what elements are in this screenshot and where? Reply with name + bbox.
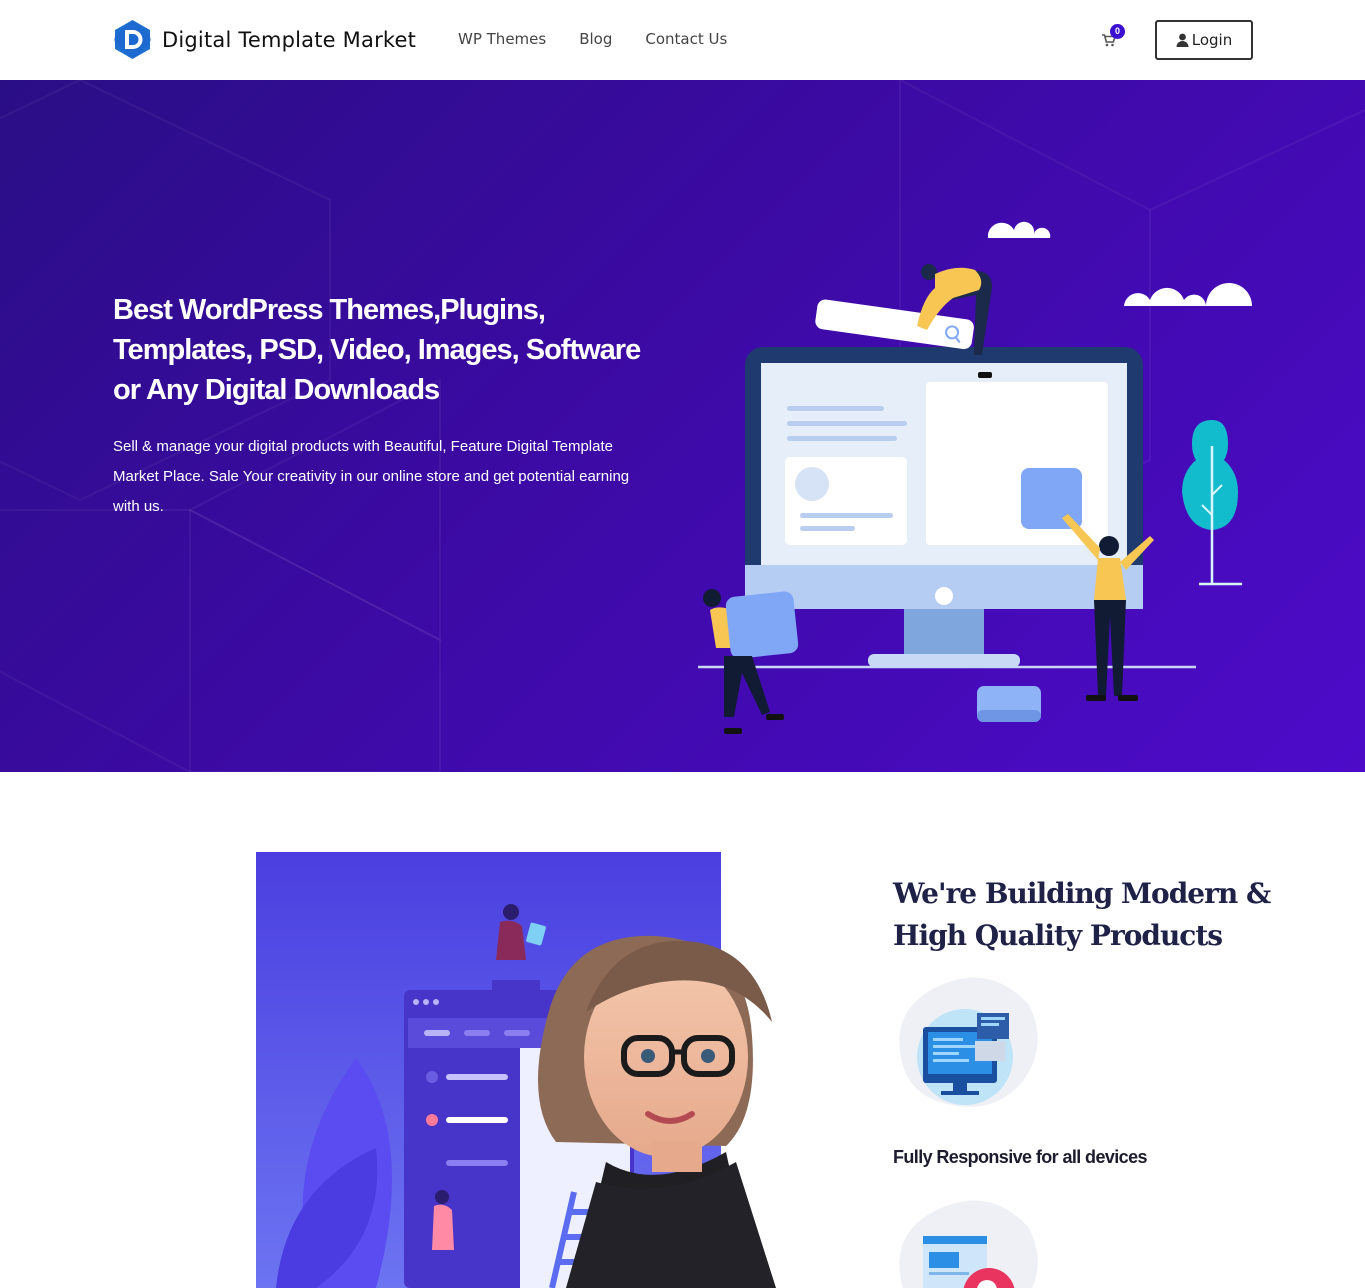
hero-section: Best WordPress Themes,Plugins, Templates… bbox=[0, 80, 1365, 772]
nav-wp-themes[interactable]: WP Themes bbox=[458, 30, 546, 48]
nav-blog[interactable]: Blog bbox=[579, 30, 612, 48]
hero-illustration bbox=[698, 221, 1252, 734]
tree-icon bbox=[1182, 420, 1242, 586]
about-title: We're Building Modern & High Quality Pro… bbox=[893, 877, 1271, 952]
hero-description: Sell & manage your digital products with… bbox=[113, 438, 630, 515]
site-header: Digital Template Market WP Themes Blog C… bbox=[0, 0, 1365, 80]
cart-button[interactable]: 0 bbox=[1100, 24, 1130, 52]
about-illustration bbox=[256, 852, 856, 1288]
user-icon bbox=[1176, 33, 1189, 47]
feature-label-responsive: Fully Responsive for all devices bbox=[893, 1147, 1148, 1167]
responsive-feature-graphic bbox=[893, 975, 1043, 1115]
brand-name: Digital Template Market bbox=[162, 27, 417, 52]
hero-title: Best WordPress Themes,Plugins, Templates… bbox=[113, 294, 641, 406]
login-label: Login bbox=[1191, 31, 1233, 49]
cart-count-badge: 0 bbox=[1110, 24, 1125, 39]
browser-search-icon bbox=[899, 1200, 1038, 1288]
monitor-icon bbox=[899, 977, 1038, 1107]
main-nav: WP Themes Blog Contact Us bbox=[458, 30, 727, 48]
search-feature-graphic bbox=[893, 1198, 1043, 1288]
login-button[interactable]: Login bbox=[1155, 20, 1253, 60]
cloud-icon bbox=[988, 221, 1252, 306]
nav-contact-us[interactable]: Contact Us bbox=[645, 30, 727, 48]
brand-logo[interactable]: Digital Template Market bbox=[112, 19, 416, 60]
logo-icon bbox=[114, 20, 151, 59]
